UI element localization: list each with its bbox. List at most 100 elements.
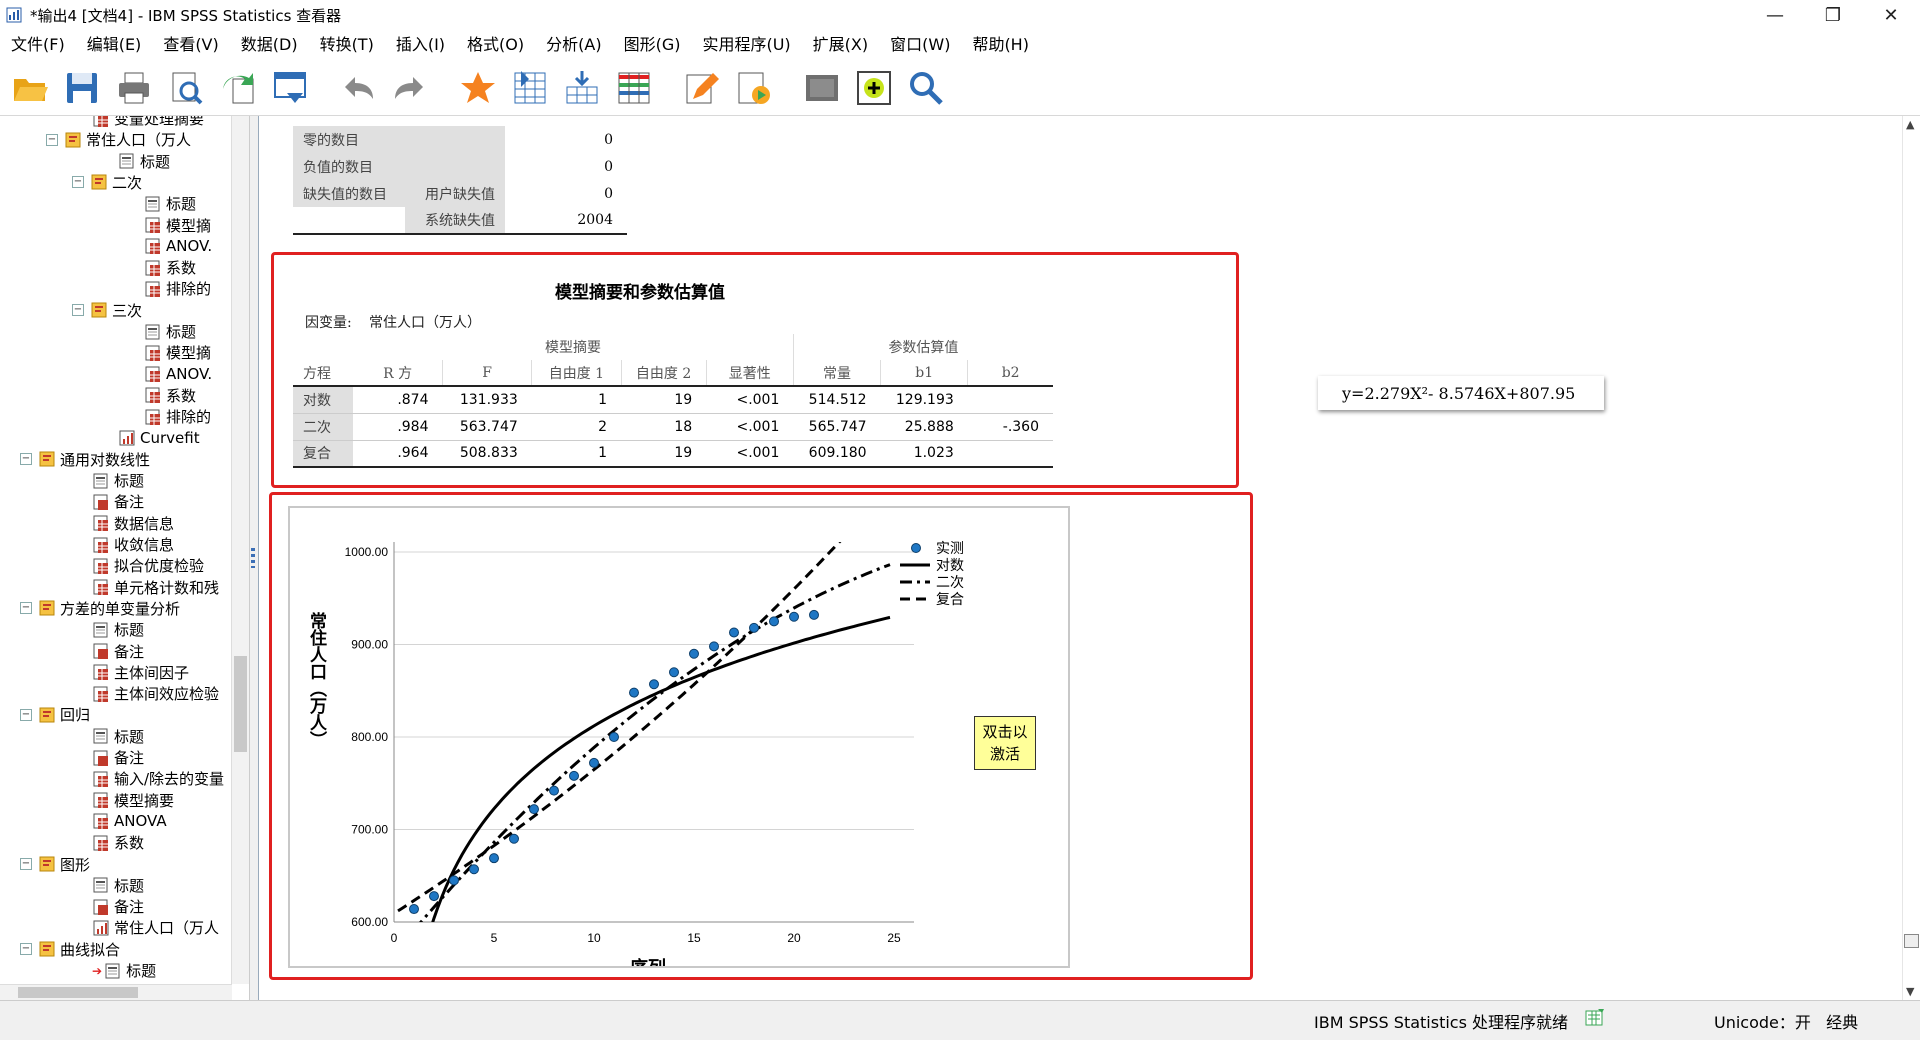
outline-item[interactable]: 排除的: [144, 278, 211, 299]
find-icon[interactable]: [904, 66, 948, 110]
redo-icon[interactable]: [388, 66, 432, 110]
outline-item[interactable]: 主体间因子: [92, 662, 189, 683]
outline-item[interactable]: 系数: [144, 257, 196, 278]
create-edit-autoscript-icon[interactable]: [732, 66, 776, 110]
undo-icon[interactable]: [336, 66, 380, 110]
outline-item[interactable]: 备注: [92, 491, 144, 512]
curvefit-chart[interactable]: 600.00 700.00 800.00 900.00 1000.00 0 5 10 15 20 2…: [288, 506, 1070, 979]
recall-dialog-icon[interactable]: [268, 66, 312, 110]
outline-item[interactable]: − 常住人口（万人: [46, 129, 191, 150]
outline-item[interactable]: 备注: [92, 747, 144, 768]
outline-item[interactable]: 标题: [92, 470, 144, 491]
save-icon[interactable]: [60, 66, 104, 110]
outline-item[interactable]: − 三次: [72, 300, 142, 321]
outline-item[interactable]: − 图形: [20, 854, 90, 875]
print-preview-icon[interactable]: [164, 66, 208, 110]
title-icon: [144, 323, 162, 341]
goto-variable-icon[interactable]: [560, 66, 604, 110]
outline-item[interactable]: 拟合优度检验: [92, 555, 204, 576]
outline-horizontal-scroll-thumb[interactable]: [18, 987, 138, 998]
outline-item[interactable]: 变量处理摘要: [92, 116, 204, 129]
outline-vertical-scroll-thumb[interactable]: [234, 656, 247, 752]
cell-value: 0: [604, 185, 613, 202]
outline-item[interactable]: 系数: [144, 385, 196, 406]
menu-insert[interactable]: 插入(I): [385, 30, 456, 60]
content-vertical-scrollbar[interactable]: ▲ ▼: [1902, 116, 1920, 1000]
close-button[interactable]: ✕: [1862, 0, 1920, 30]
print-icon[interactable]: [112, 66, 156, 110]
outline-vertical-scrollbar[interactable]: [231, 116, 249, 984]
menu-analyze[interactable]: 分析(A): [535, 30, 612, 60]
minimize-button[interactable]: —: [1746, 0, 1804, 30]
outline-item[interactable]: 输入/除去的变量: [92, 768, 224, 789]
collapse-toggle-icon[interactable]: −: [20, 708, 32, 721]
outline-item[interactable]: 模型摘: [144, 342, 211, 363]
splitter-grip[interactable]: [251, 548, 255, 568]
equation-note[interactable]: y=2.279X²- 8.5746X+807.95: [1318, 376, 1604, 410]
outline-item[interactable]: ➔ 标题: [92, 960, 156, 981]
maximize-button[interactable]: ❐: [1804, 0, 1862, 30]
collapse-toggle-icon[interactable]: −: [20, 453, 32, 466]
menu-window[interactable]: 窗口(W): [879, 30, 961, 60]
collapse-toggle-icon[interactable]: −: [72, 304, 84, 317]
variables-icon[interactable]: [612, 66, 656, 110]
outline-item[interactable]: Curvefit: [118, 428, 200, 449]
collapse-toggle-icon[interactable]: −: [20, 858, 32, 870]
outline-item[interactable]: 备注: [92, 641, 144, 662]
outline-item[interactable]: 系数: [92, 832, 144, 853]
cell: 1: [598, 391, 608, 408]
outline-item[interactable]: 标题: [92, 875, 144, 896]
menu-transform[interactable]: 转换(T): [309, 30, 385, 60]
menu-edit[interactable]: 编辑(E): [76, 30, 153, 60]
outline-item[interactable]: − 方差的单变量分析: [20, 598, 180, 619]
outline-item[interactable]: − 回归: [20, 704, 90, 725]
column-header: 自由度 1: [531, 360, 622, 386]
outline-item[interactable]: 主体间效应检验: [92, 683, 219, 704]
collapse-toggle-icon[interactable]: −: [20, 602, 32, 615]
menu-data[interactable]: 数据(D): [230, 30, 309, 60]
outline-item[interactable]: ANOV.: [144, 236, 212, 257]
open-icon[interactable]: [8, 66, 52, 110]
menu-file[interactable]: 文件(F): [0, 30, 76, 60]
outline-item[interactable]: 模型摘: [144, 215, 211, 236]
outline-item[interactable]: 标题: [118, 151, 170, 172]
designate-window-icon[interactable]: [852, 66, 896, 110]
goto-case-icon[interactable]: [508, 66, 552, 110]
double-click-to-activate-note[interactable]: 双击以 激活: [974, 716, 1036, 770]
menu-format[interactable]: 格式(O): [456, 30, 535, 60]
outline-item[interactable]: − 曲线拟合: [20, 939, 120, 960]
scroll-up-icon[interactable]: ▲: [1906, 118, 1914, 131]
outline-item[interactable]: − 二次: [72, 172, 142, 193]
outline-item[interactable]: 单元格计数和残: [92, 577, 219, 598]
title-icon: [92, 621, 110, 639]
menu-view[interactable]: 查看(V): [152, 30, 229, 60]
outline-item[interactable]: 标题: [92, 619, 144, 640]
outline-item[interactable]: 标题: [92, 726, 144, 747]
outline-item[interactable]: 标题: [144, 193, 196, 214]
outline-item[interactable]: 模型摘要: [92, 790, 174, 811]
outline-item[interactable]: 常住人口（万人: [92, 917, 219, 938]
outline-horizontal-scrollbar[interactable]: [0, 984, 232, 1000]
outline-item[interactable]: ANOVA: [92, 811, 167, 832]
menu-utilities[interactable]: 实用程序(U): [691, 30, 801, 60]
outline-item[interactable]: ANOV.: [144, 364, 212, 385]
menu-help[interactable]: 帮助(H): [961, 30, 1040, 60]
outline-item[interactable]: − 通用对数线性: [20, 449, 150, 470]
outline-item[interactable]: 标题: [144, 321, 196, 342]
goto-data-icon[interactable]: [456, 66, 500, 110]
outline-item[interactable]: 数据信息: [92, 513, 174, 534]
outline-item[interactable]: 备注: [92, 896, 144, 917]
observed-point: [409, 904, 419, 915]
menu-graphs[interactable]: 图形(G): [613, 30, 692, 60]
edit-icon[interactable]: [680, 66, 724, 110]
collapse-toggle-icon[interactable]: −: [46, 133, 58, 146]
export-icon[interactable]: [216, 66, 260, 110]
outline-item[interactable]: 收敛信息: [92, 534, 174, 555]
content-vertical-scroll-thumb[interactable]: [1904, 934, 1919, 948]
outline-item[interactable]: 排除的: [144, 406, 211, 427]
collapse-toggle-icon[interactable]: −: [20, 943, 32, 956]
collapse-toggle-icon[interactable]: −: [72, 176, 84, 189]
scroll-down-icon[interactable]: ▼: [1906, 985, 1914, 998]
show-all-icon[interactable]: [800, 66, 844, 110]
menu-extensions[interactable]: 扩展(X): [802, 30, 879, 60]
